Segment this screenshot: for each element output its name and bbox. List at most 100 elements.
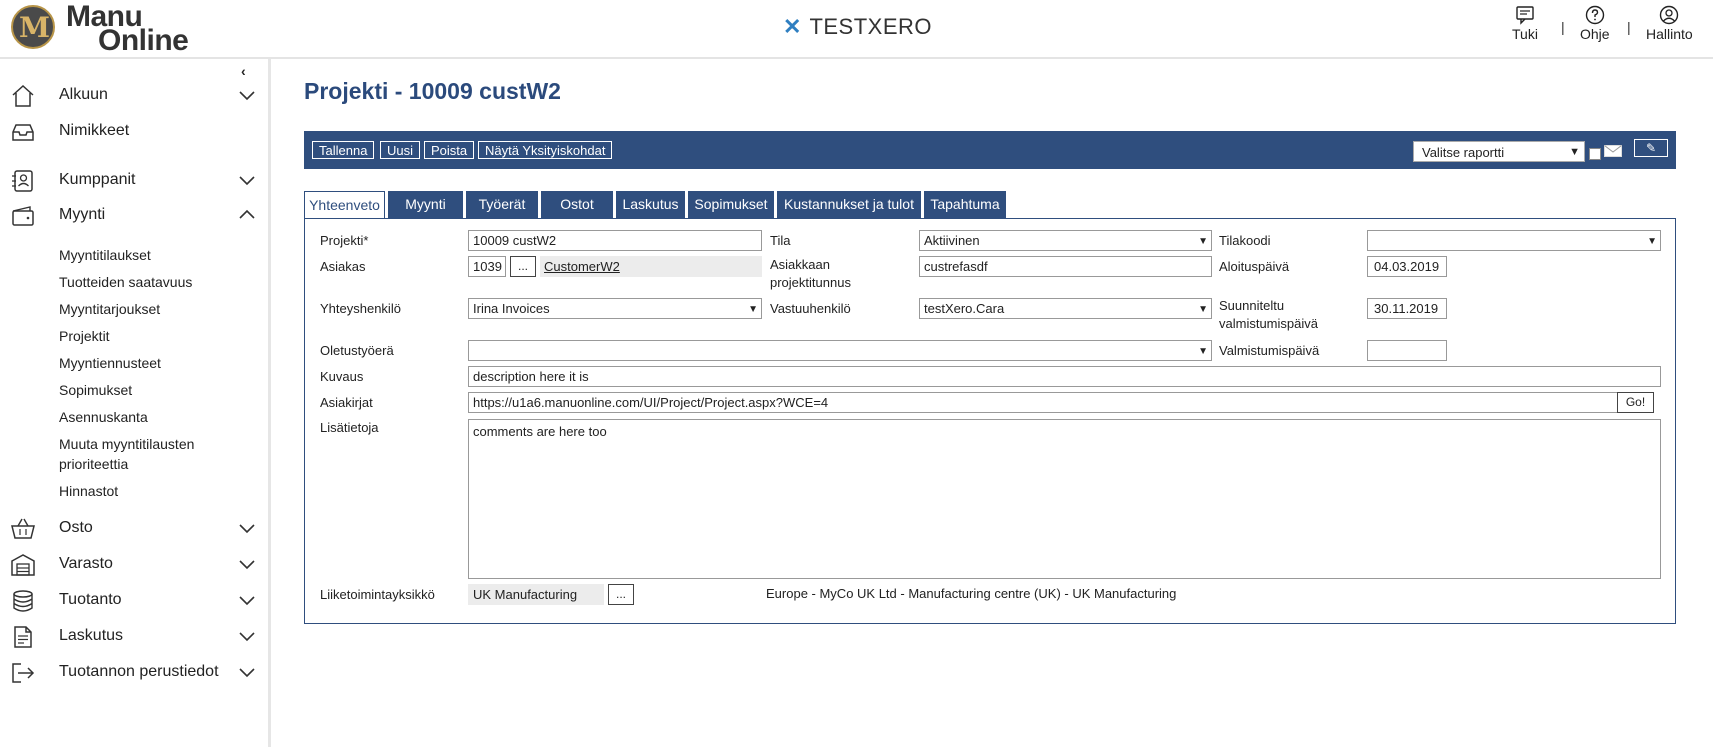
chevron-down-icon — [239, 91, 255, 101]
company-name-display: ✕ TESTXERO — [783, 13, 932, 41]
page-title: Projekti - 10009 custW2 — [304, 78, 561, 104]
save-button[interactable]: Tallenna — [312, 141, 375, 159]
delete-button[interactable]: Poista — [424, 141, 475, 159]
responsible-person-select[interactable]: testXero.Cara ▼ — [919, 298, 1212, 319]
description-input[interactable]: description here it is — [468, 366, 1661, 387]
sidebar-subitem-myyntitilaukset[interactable]: Myyntitilaukset — [59, 245, 259, 265]
report-select[interactable]: Valitse raportti ▼ — [1413, 141, 1585, 162]
warehouse-icon — [11, 554, 35, 576]
contact-person-value: Irina Invoices — [473, 301, 550, 316]
asiakirjat-label: Asiakirjat — [320, 395, 373, 410]
sidebar-subitem-prioriteetti[interactable]: Muuta myyntitilausten prioriteettia — [59, 434, 209, 474]
business-unit-lookup-button[interactable]: ... — [608, 584, 634, 605]
help-link[interactable]: Ohje — [1580, 5, 1610, 42]
logo-text-line2: Online — [98, 24, 189, 57]
tab-tyoerat[interactable]: Työerät — [466, 191, 538, 218]
support-label: Tuki — [1512, 26, 1538, 42]
chevron-down-icon — [239, 560, 255, 570]
start-date-input[interactable]: 04.03.2019 — [1367, 256, 1447, 277]
sidebar-subitem-hinnastot[interactable]: Hinnastot — [59, 481, 259, 501]
asiakas-label: Asiakas — [320, 259, 366, 274]
sidebar-item-alkuun[interactable]: Alkuun — [0, 81, 268, 111]
sidebar-item-myynti[interactable]: Myynti — [0, 201, 268, 231]
customer-name-link[interactable]: CustomerW2 — [544, 259, 620, 274]
tila-select[interactable]: Aktiivinen ▼ — [919, 230, 1212, 251]
lisatietoja-label: Lisätietoja — [320, 420, 379, 435]
additional-info-textarea[interactable]: comments are here too — [468, 419, 1661, 579]
sidebar-item-tuotanto[interactable]: Tuotanto — [0, 586, 268, 616]
mail-icon[interactable] — [1604, 145, 1622, 157]
tab-ostot[interactable]: Ostot — [541, 191, 613, 218]
yhteyshenkilo-label: Yhteyshenkilö — [320, 301, 401, 316]
customer-lookup-button[interactable]: ... — [510, 256, 536, 277]
dropdown-arrow-icon: ▼ — [1198, 304, 1208, 315]
documents-url-input[interactable]: https://u1a6.manuonline.com/UI/Project/P… — [468, 392, 1618, 413]
database-icon — [13, 590, 33, 612]
sidebar-subitem-myyntitarjoukset[interactable]: Myyntitarjoukset — [59, 299, 259, 319]
sidebar-subitem-sopimukset[interactable]: Sopimukset — [59, 380, 259, 400]
chevron-down-icon — [239, 524, 255, 534]
dropdown-arrow-icon: ▼ — [1198, 236, 1208, 247]
tab-kustannukset-ja-tulot[interactable]: Kustannukset ja tulot — [777, 191, 921, 218]
sidebar-item-nimikkeet[interactable]: Nimikkeet — [0, 117, 268, 147]
tab-laskutus[interactable]: Laskutus — [616, 191, 685, 218]
sidebar-item-kumppanit[interactable]: Kumppanit — [0, 166, 268, 196]
show-details-button[interactable]: Näytä Yksityiskohdat — [478, 141, 613, 159]
tila-label: Tila — [770, 233, 791, 248]
completion-date-input[interactable] — [1367, 340, 1447, 361]
tab-myynti[interactable]: Myynti — [388, 191, 463, 218]
help-label: Ohje — [1580, 26, 1610, 42]
dropdown-arrow-icon: ▼ — [1647, 236, 1657, 247]
chevron-down-icon — [239, 176, 255, 186]
projekti-label: Projekti* — [320, 233, 369, 248]
business-unit-path: Europe - MyCo UK Ltd - Manufacturing cen… — [766, 586, 1177, 601]
tab-yhteenveto[interactable]: Yhteenveto — [304, 191, 385, 220]
oletustyoera-label: Oletustyöerä — [320, 343, 394, 358]
sidebar-item-varasto[interactable]: Varasto — [0, 550, 268, 580]
sidebar-item-label: Kumppanit — [59, 171, 136, 188]
sidebar-item-laskutus[interactable]: Laskutus — [0, 622, 268, 652]
projekti-input[interactable]: 10009 custW2 — [468, 230, 762, 251]
admin-link[interactable]: Hallinto — [1646, 5, 1693, 42]
contact-person-select[interactable]: Irina Invoices ▼ — [468, 298, 762, 319]
customer-name-field[interactable]: CustomerW2 — [540, 256, 762, 277]
suunniteltu-valmistumispaiva-label: Suunniteltu valmistumispäivä — [1219, 298, 1318, 331]
collapse-sidebar-icon[interactable]: ‹ — [241, 63, 246, 79]
liiketoimintayksikko-label: Liiketoimintayksikkö — [320, 587, 435, 602]
tilakoodi-label: Tilakoodi — [1219, 233, 1271, 248]
logo-letter: M — [19, 11, 50, 44]
sidebar-item-osto[interactable]: Osto — [0, 514, 268, 544]
business-unit-field[interactable]: UK Manufacturing — [468, 584, 604, 605]
sidebar-subitem-tuotteiden-saatavuus[interactable]: Tuotteiden saatavuus — [59, 272, 259, 292]
default-workorder-select[interactable]: ▼ — [468, 340, 1212, 361]
dropdown-arrow-icon: ▼ — [1569, 146, 1580, 158]
chevron-up-icon — [239, 209, 255, 219]
top-header: M Manu Online ✕ TESTXERO Tuki | Ohje | H… — [0, 0, 1713, 59]
support-link[interactable]: Tuki — [1512, 5, 1538, 42]
xero-cross-icon: ✕ — [783, 14, 802, 39]
customer-project-id-input[interactable]: custrefasdf — [919, 256, 1212, 277]
sidebar-item-label: Alkuun — [59, 86, 108, 103]
go-button[interactable]: Go! — [1617, 392, 1654, 413]
report-email-checkbox[interactable] — [1589, 148, 1601, 160]
attach-button[interactable]: ✎ — [1634, 139, 1668, 157]
header-separator: | — [1627, 19, 1631, 35]
chat-icon — [1516, 6, 1534, 25]
sidebar-subitem-projektit[interactable]: Projektit — [59, 326, 259, 346]
manu-online-logo[interactable]: M Manu Online — [10, 0, 205, 57]
chevron-down-icon — [239, 596, 255, 606]
asiakas-id-input[interactable]: 1039 — [468, 256, 506, 277]
sidebar-item-label: Nimikkeet — [59, 122, 130, 139]
sidebar-subitem-asennuskanta[interactable]: Asennuskanta — [59, 407, 259, 427]
sidebar-item-tuotannon-perustiedot[interactable]: Tuotannon perustiedot — [0, 658, 268, 688]
tab-sopimukset[interactable]: Sopimukset — [688, 191, 774, 218]
tab-tapahtuma[interactable]: Tapahtuma — [924, 191, 1006, 218]
sidebar-item-label: Tuotanto — [59, 591, 122, 608]
contacts-icon — [12, 170, 33, 192]
planned-completion-date-input[interactable]: 30.11.2019 — [1367, 298, 1447, 319]
valmistumispaiva-label: Valmistumispäivä — [1219, 343, 1320, 358]
new-button[interactable]: Uusi — [380, 141, 421, 159]
tilakoodi-select[interactable]: ▼ — [1367, 230, 1661, 251]
aloituspaiva-label: Aloituspäivä — [1219, 259, 1290, 274]
sidebar-subitem-myyntiennusteet[interactable]: Myyntiennusteet — [59, 353, 259, 373]
